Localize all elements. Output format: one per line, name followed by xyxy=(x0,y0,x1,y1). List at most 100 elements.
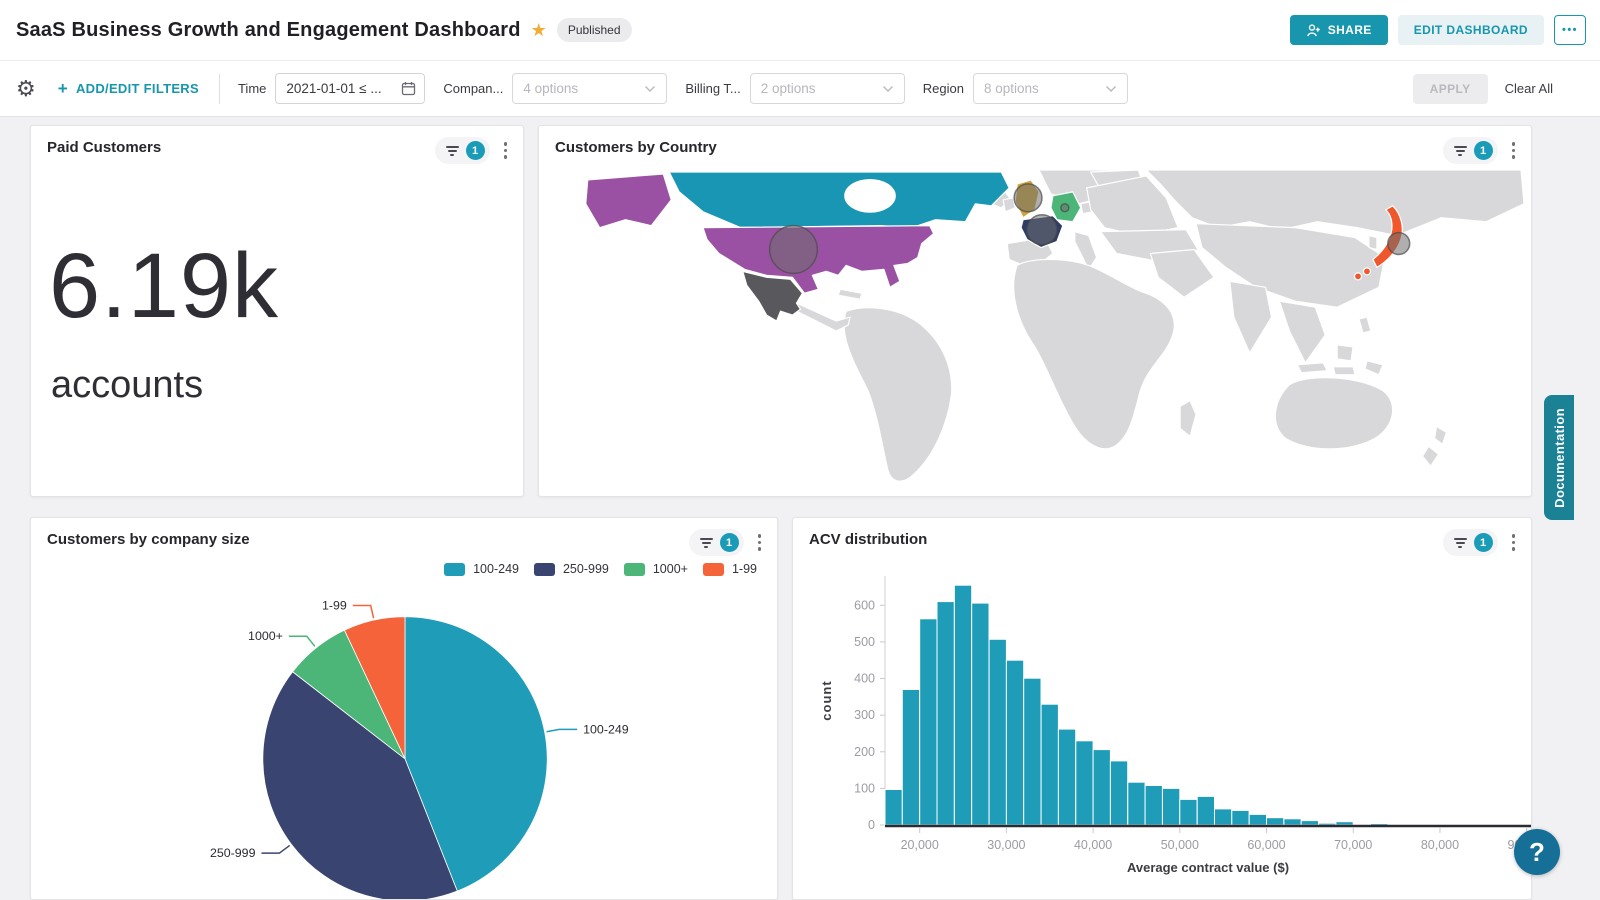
y-tick-label: 600 xyxy=(854,598,875,612)
edit-dashboard-button[interactable]: EDIT DASHBOARD xyxy=(1398,15,1544,45)
x-tick-label: 70,000 xyxy=(1334,838,1372,852)
country-ireland xyxy=(1003,198,1015,212)
histogram-bar[interactable] xyxy=(885,790,902,826)
world-map[interactable] xyxy=(539,170,1531,496)
share-button-label: SHARE xyxy=(1328,23,1372,37)
histogram-bar[interactable] xyxy=(1267,818,1284,825)
header-more-button[interactable]: ••• xyxy=(1554,15,1586,45)
histogram-bar[interactable] xyxy=(1076,741,1093,825)
map-bubble[interactable] xyxy=(1014,184,1042,212)
pie-callout-label: 100-249 xyxy=(583,722,629,736)
histogram-bar[interactable] xyxy=(1093,750,1110,825)
favorite-star-icon[interactable]: ★ xyxy=(531,20,547,41)
widget-menu-kebab-icon[interactable] xyxy=(1508,139,1520,162)
apply-filters-button[interactable]: APPLY xyxy=(1413,74,1488,104)
histogram-bar[interactable] xyxy=(1301,821,1318,825)
time-filter-input[interactable]: 2021-01-01 ≤ ... xyxy=(275,73,425,104)
pie-callout-line xyxy=(353,606,374,619)
histogram-bar[interactable] xyxy=(972,603,989,825)
region-arabia xyxy=(1150,250,1214,298)
chevron-down-icon xyxy=(1105,85,1117,93)
filter-bar: ⚙ + ADD/EDIT FILTERS Time 2021-01-01 ≤ .… xyxy=(0,60,1600,117)
billing-filter-dropdown[interactable]: 2 options xyxy=(750,73,905,104)
widget-menu-kebab-icon[interactable] xyxy=(500,139,512,162)
card-actions: 1 xyxy=(689,529,766,556)
widget-filter-pill[interactable]: 1 xyxy=(1443,529,1498,556)
filter-funnel-icon xyxy=(1454,146,1467,156)
map-bubble[interactable] xyxy=(1061,204,1069,212)
region-southeast-asia xyxy=(1280,301,1326,363)
histogram-bar[interactable] xyxy=(1319,823,1336,825)
country-usa-alaska[interactable] xyxy=(586,174,671,228)
add-edit-filters-label: ADD/EDIT FILTERS xyxy=(76,81,199,96)
country-japan-islet[interactable] xyxy=(1355,273,1362,280)
card-title: Customers by Country xyxy=(555,139,717,156)
map-bubble[interactable] xyxy=(1388,233,1410,255)
country-indonesia xyxy=(1333,367,1355,375)
histogram-bar[interactable] xyxy=(1215,809,1232,825)
histogram-bar[interactable] xyxy=(1110,761,1127,825)
filter-count-badge: 1 xyxy=(720,533,739,552)
country-borneo xyxy=(1337,345,1353,361)
clear-all-filters-button[interactable]: Clear All xyxy=(1505,81,1553,96)
histogram-bar[interactable] xyxy=(989,639,1006,825)
widget-filter-pill[interactable]: 1 xyxy=(1443,137,1498,164)
documentation-tab[interactable]: Documentation xyxy=(1544,395,1574,520)
histogram-bar[interactable] xyxy=(920,619,937,825)
share-button[interactable]: SHARE xyxy=(1290,15,1388,45)
country-new-zealand xyxy=(1435,426,1447,444)
ellipsis-icon: ••• xyxy=(1562,24,1578,36)
question-mark-icon: ? xyxy=(1529,837,1545,868)
histogram-bar[interactable] xyxy=(1197,796,1214,825)
region-filter-value: 8 options xyxy=(984,81,1105,96)
country-japan-islet[interactable] xyxy=(1363,268,1370,275)
histogram-bar[interactable] xyxy=(1284,819,1301,825)
histogram-bar[interactable] xyxy=(954,585,971,825)
filter-funnel-icon xyxy=(1454,538,1467,548)
company-filter-dropdown[interactable]: 4 options xyxy=(512,73,667,104)
x-tick-label: 30,000 xyxy=(987,838,1025,852)
company-filter-label: Compan... xyxy=(443,81,503,96)
chevron-down-icon xyxy=(882,85,894,93)
map-bubble[interactable] xyxy=(770,226,818,274)
widget-filter-pill[interactable]: 1 xyxy=(689,529,744,556)
histogram-bar[interactable] xyxy=(937,602,954,825)
country-philippines xyxy=(1359,317,1371,333)
kpi-value: 6.19k xyxy=(49,234,279,339)
y-tick-label: 400 xyxy=(854,672,875,686)
histogram-bar[interactable] xyxy=(1180,799,1197,825)
map-bubble[interactable] xyxy=(1027,215,1057,245)
pie-callout-line xyxy=(261,845,289,853)
histogram-bar[interactable] xyxy=(1145,786,1162,826)
histogram-bar[interactable] xyxy=(1128,782,1145,825)
histogram-bar[interactable] xyxy=(1006,660,1023,825)
filter-funnel-icon xyxy=(700,538,713,548)
widget-menu-kebab-icon[interactable] xyxy=(1508,531,1520,554)
y-tick-label: 200 xyxy=(854,745,875,759)
y-tick-label: 300 xyxy=(854,708,875,722)
histogram-bar[interactable] xyxy=(1041,704,1058,825)
widget-menu-kebab-icon[interactable] xyxy=(754,531,766,554)
help-button[interactable]: ? xyxy=(1514,829,1560,875)
region-filter-dropdown[interactable]: 8 options xyxy=(973,73,1128,104)
country-indonesia xyxy=(1365,361,1383,375)
pie-callout-label: 1-99 xyxy=(322,599,347,613)
card-title: Customers by company size xyxy=(47,531,250,548)
country-madagascar xyxy=(1180,401,1196,437)
histogram-bar[interactable] xyxy=(1024,678,1041,825)
region-central-asia-china xyxy=(1196,224,1385,307)
histogram-bar[interactable] xyxy=(1249,814,1266,825)
country-canada[interactable] xyxy=(669,172,1009,228)
histogram-bar[interactable] xyxy=(1336,822,1353,825)
card-title: Paid Customers xyxy=(47,139,161,156)
filter-settings-gear-icon[interactable]: ⚙ xyxy=(16,78,36,100)
add-edit-filters-button[interactable]: + ADD/EDIT FILTERS xyxy=(58,79,199,99)
filter-count-badge: 1 xyxy=(1474,141,1493,160)
country-australia xyxy=(1275,378,1392,449)
widget-filter-pill[interactable]: 1 xyxy=(435,137,490,164)
country-usa[interactable] xyxy=(703,226,934,294)
histogram-bar[interactable] xyxy=(1163,788,1180,825)
histogram-bar[interactable] xyxy=(902,690,919,826)
histogram-bar[interactable] xyxy=(1058,729,1075,825)
histogram-bar[interactable] xyxy=(1232,810,1249,825)
